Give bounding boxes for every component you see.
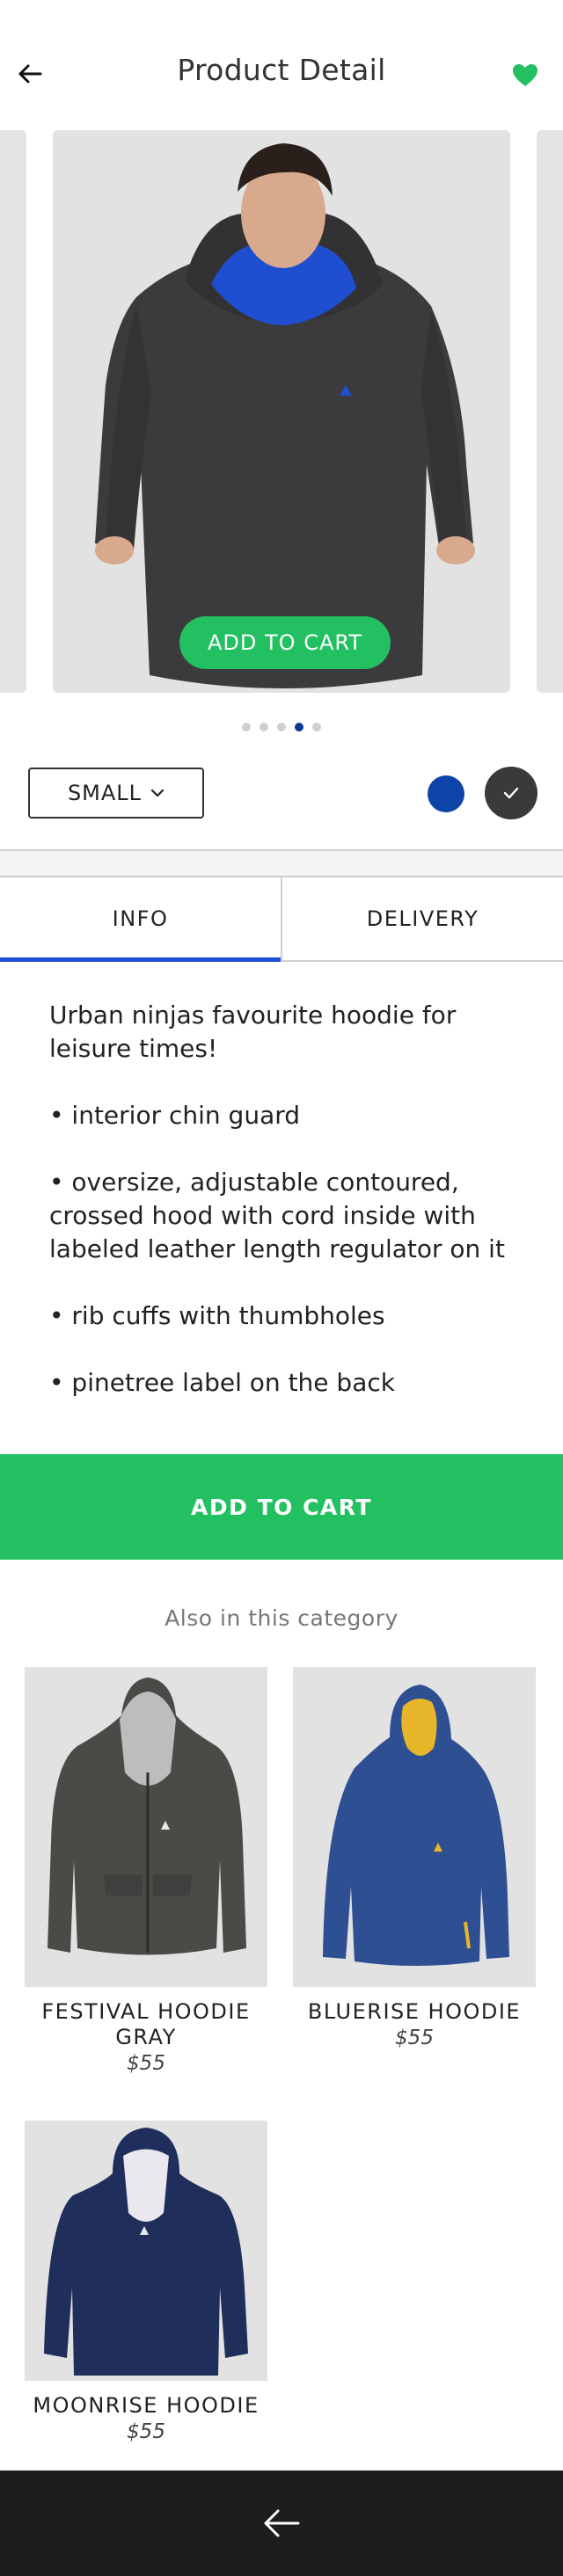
previous-slide[interactable] [0,130,26,693]
product-name: BLUERISE HOODIE [307,1999,522,2024]
product-thumbnail [293,1667,536,1987]
related-heading: Also in this category [165,1605,398,1631]
product-name: MOONRISE HOODIE [33,2393,260,2418]
size-value: SMALL [67,781,143,805]
related-product-card[interactable]: MOONRISE HOODIE $55 [25,2121,267,2443]
tab-info[interactable]: INFO [0,877,281,962]
arrow-left-icon [264,2509,300,2537]
add-to-cart-button[interactable]: ADD TO CART [0,1454,563,1560]
section-divider [0,849,563,877]
product-thumbnail [25,1667,267,1987]
app-header: Product Detail [0,0,563,130]
product-description: Urban ninjas favourite hoodie for leisur… [49,999,524,1433]
pagination-dot[interactable] [277,723,286,731]
system-navigation-bar [0,2470,563,2576]
related-product-card[interactable]: FESTIVAL HOODIE GRAY $55 [25,1667,267,2075]
product-price: $55 [395,2027,434,2049]
description-bullet: • pinetree label on the back [49,1368,395,1397]
pagination-dot[interactable] [260,723,268,731]
favorite-button[interactable] [510,60,540,90]
carousel-add-to-cart-button[interactable]: ADD TO CART [179,616,391,669]
tab-delivery[interactable]: DELIVERY [281,877,563,960]
description-bullet: • oversize, adjustable contoured, crosse… [49,1168,505,1263]
product-price: $55 [127,2052,165,2075]
pagination-dot[interactable] [242,723,251,731]
hoodie-model-image [53,130,510,693]
pagination-dot[interactable] [312,723,321,731]
next-slide[interactable] [537,130,563,693]
color-swatch-blue[interactable] [428,775,464,812]
product-image: ADD TO CART [53,130,510,693]
product-price: $55 [127,2420,165,2443]
carousel-pagination [0,721,563,733]
checkmark-icon [503,787,519,799]
detail-tabs: INFO DELIVERY [0,876,563,962]
description-bullet: • interior chin guard [49,1101,301,1130]
chevron-down-icon [150,789,165,797]
description-bullet: • rib cuffs with thumbholes [49,1301,385,1330]
product-thumbnail [25,2121,267,2381]
related-product-card[interactable]: BLUERISE HOODIE $55 [293,1667,536,2049]
system-back-button[interactable] [255,2497,308,2550]
description-intro: Urban ninjas favourite hoodie for leisur… [49,1001,457,1063]
page-title: Product Detail [177,53,386,87]
heart-icon [513,63,537,86]
pagination-dot-active[interactable] [295,723,303,731]
size-select[interactable]: SMALL [28,768,204,819]
product-name: FESTIVAL HOODIE GRAY [41,1999,251,2049]
color-swatch-dark-gray[interactable] [485,767,537,819]
product-image-carousel[interactable]: ADD TO CART [0,130,563,693]
